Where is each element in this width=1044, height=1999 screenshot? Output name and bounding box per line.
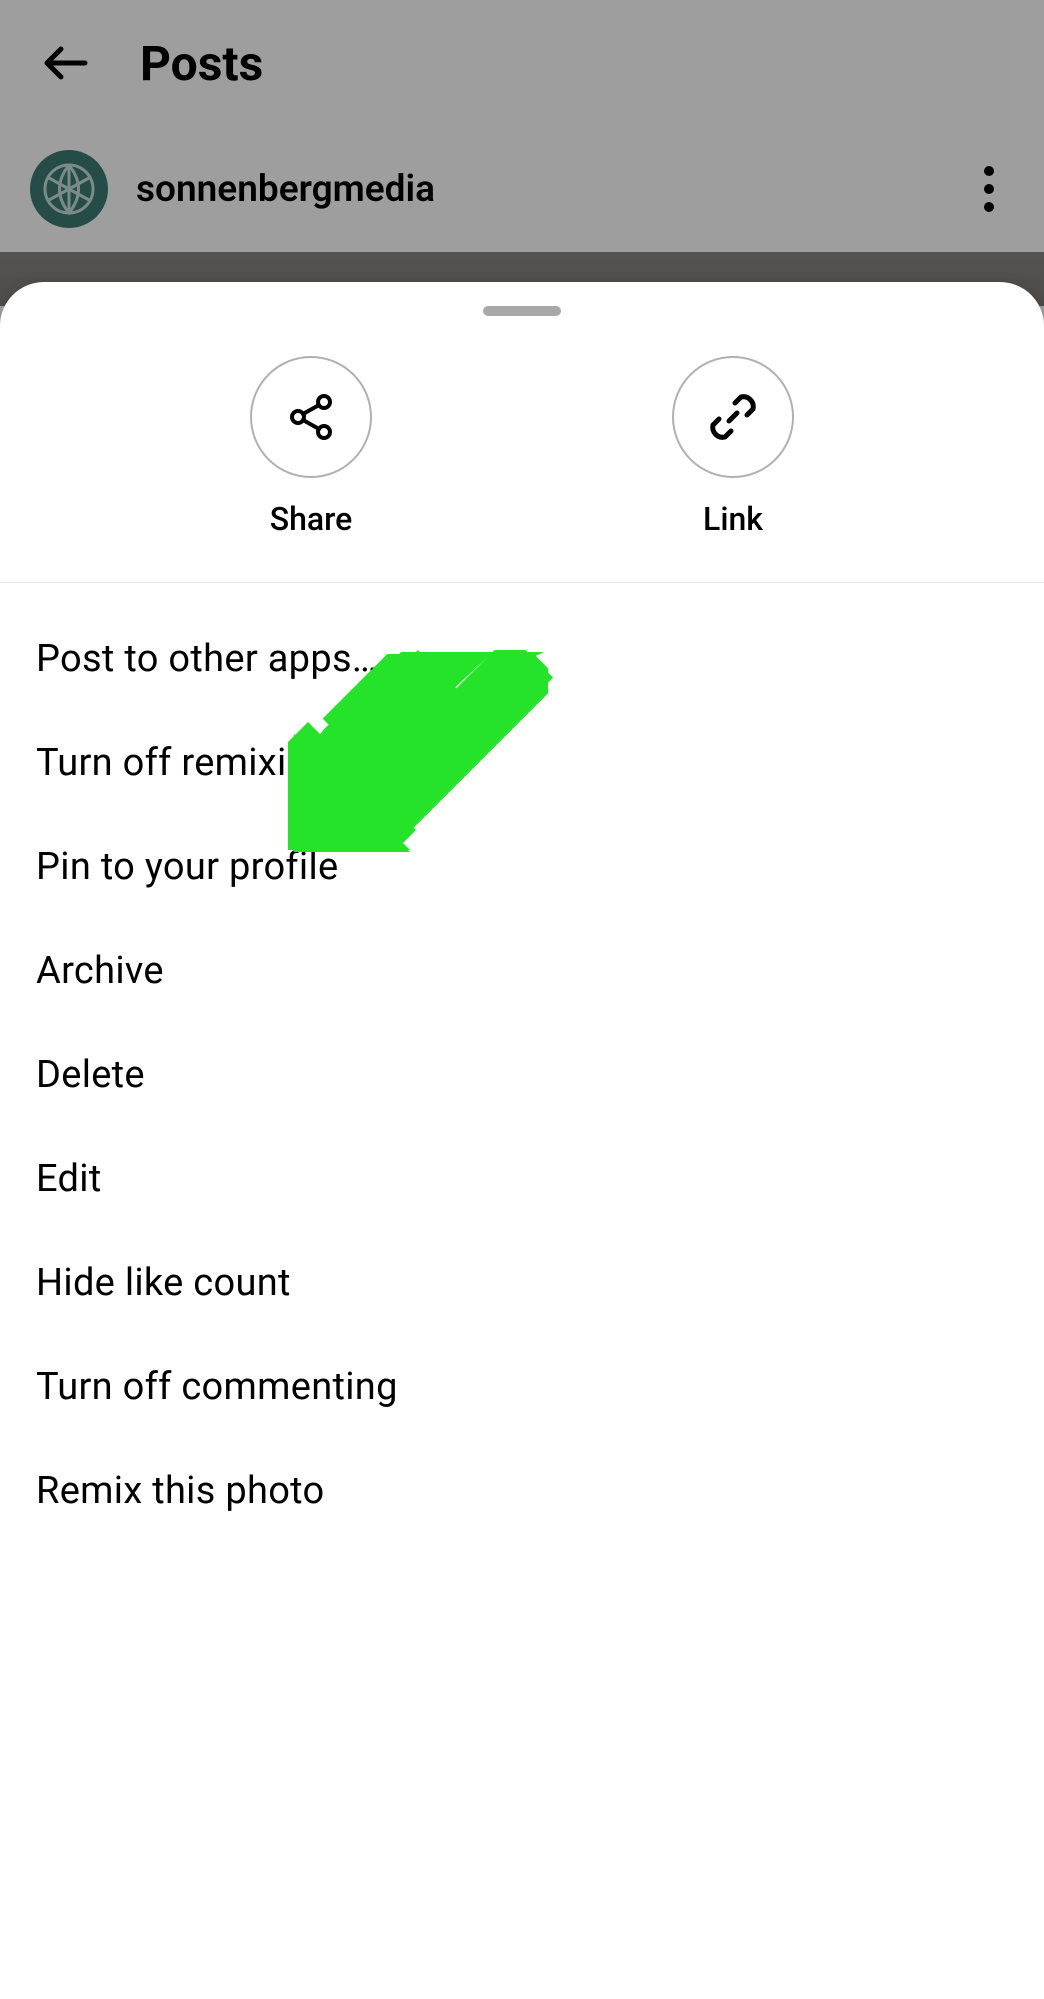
post-header: sonnenbergmedia (0, 138, 1044, 252)
share-icon (283, 389, 339, 445)
menu-item-archive[interactable]: Archive (0, 919, 1044, 1023)
share-circle (250, 356, 372, 478)
link-action[interactable]: Link (672, 356, 794, 538)
menu-item-hide-like-count[interactable]: Hide like count (0, 1231, 1044, 1335)
more-vertical-icon (984, 166, 994, 212)
link-label: Link (703, 500, 763, 538)
app-header: Posts (0, 0, 1044, 138)
link-circle (672, 356, 794, 478)
menu-item-remix-photo[interactable]: Remix this photo (0, 1439, 1044, 1543)
menu-item-pin-profile[interactable]: Pin to your profile (0, 815, 1044, 919)
menu-list: Post to other apps… Turn off remixing Pi… (0, 583, 1044, 1543)
quick-actions-row: Share Link (0, 316, 1044, 583)
share-action[interactable]: Share (250, 356, 372, 538)
post-header-left: sonnenbergmedia (30, 150, 435, 228)
action-sheet: Share Link Post to other apps… Turn off … (0, 282, 1044, 1999)
back-button[interactable] (30, 28, 100, 98)
username[interactable]: sonnenbergmedia (136, 168, 435, 211)
page-title: Posts (140, 35, 263, 92)
more-options-button[interactable] (964, 159, 1014, 219)
arrow-left-icon (37, 35, 93, 91)
link-icon (705, 389, 761, 445)
leaf-logo-icon (40, 160, 98, 218)
menu-item-post-other-apps[interactable]: Post to other apps… (0, 607, 1044, 711)
drag-handle[interactable] (483, 306, 561, 316)
avatar[interactable] (30, 150, 108, 228)
menu-item-delete[interactable]: Delete (0, 1023, 1044, 1127)
menu-item-turn-off-remixing[interactable]: Turn off remixing (0, 711, 1044, 815)
menu-item-edit[interactable]: Edit (0, 1127, 1044, 1231)
share-label: Share (270, 500, 353, 538)
menu-item-turn-off-commenting[interactable]: Turn off commenting (0, 1335, 1044, 1439)
